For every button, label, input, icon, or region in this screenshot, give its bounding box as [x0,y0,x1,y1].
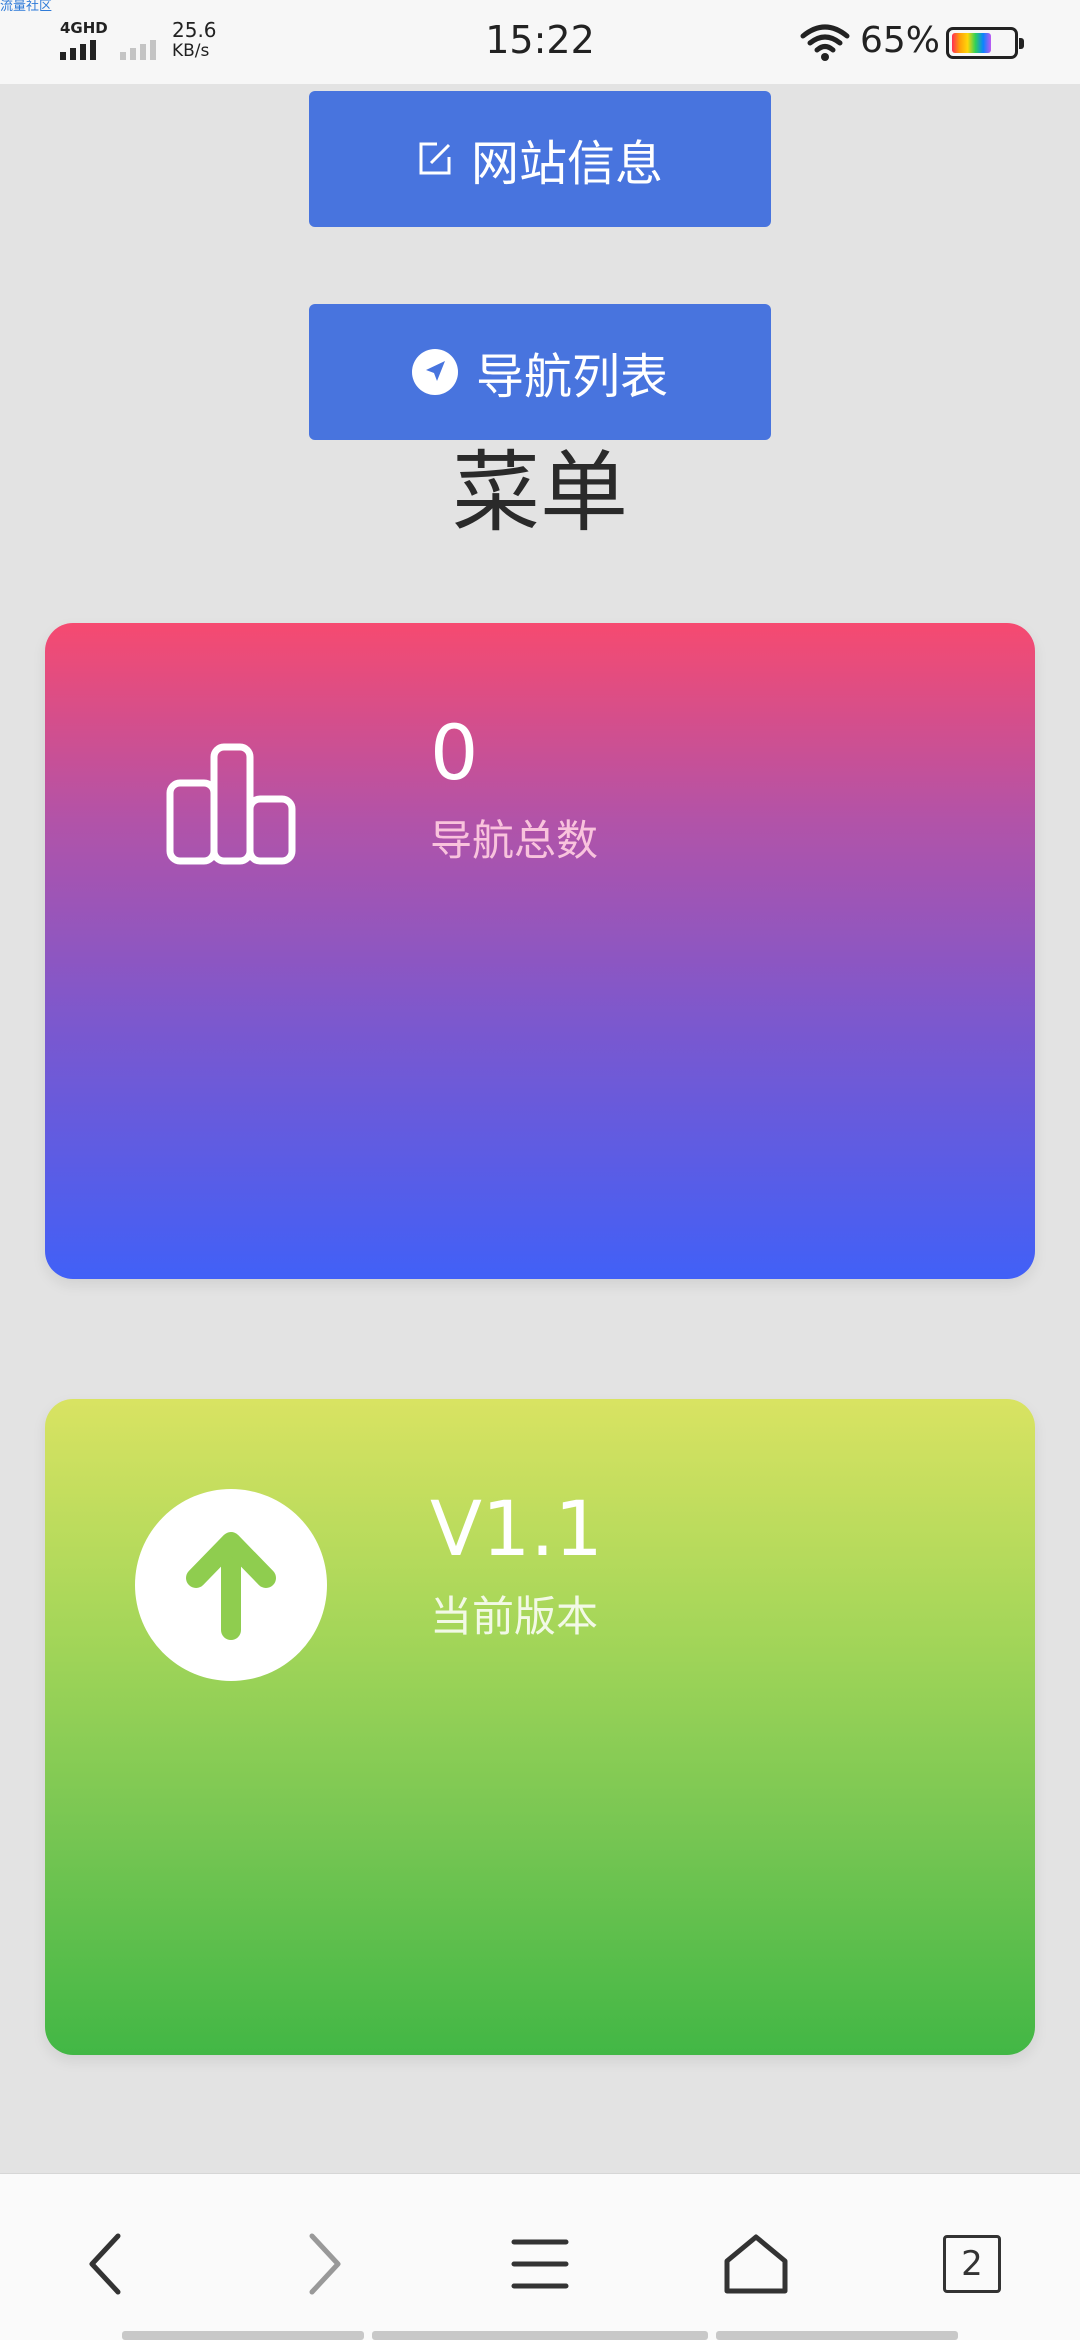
forward-icon[interactable] [284,2224,364,2304]
page-indicator [716,2331,958,2340]
nav-total-card[interactable]: 0 导航总数 [45,623,1035,1279]
watermark-label: 流量社区 [0,0,53,14]
battery-level [952,33,991,53]
home-icon[interactable] [716,2224,796,2304]
tabs-icon[interactable]: 2 [932,2224,1012,2304]
battery-percent: 65% [860,20,941,61]
status-bar: 流量社区 4GHD 25.6 KB/s 15:22 65% [0,0,1080,84]
tab-count: 2 [943,2235,1001,2293]
back-icon[interactable] [66,2224,146,2304]
site-info-label: 网站信息 [470,136,663,192]
page-title: 菜单 [451,441,628,544]
edit-icon [417,141,453,177]
page-indicator [372,2331,708,2340]
nav-list-label: 导航列表 [475,349,668,405]
battery-icon [946,27,1024,59]
version-label: 当前版本 [430,1592,599,1641]
menu-icon[interactable] [500,2224,580,2304]
browser-toolbar: 2 [0,2173,1080,2340]
version-value: V1.1 [430,1484,603,1573]
nav-total-label: 导航总数 [430,816,599,865]
wifi-icon [800,22,850,62]
arrow-up-icon [135,1489,327,1681]
nav-total-value: 0 [430,708,479,797]
page-indicator [122,2331,364,2340]
version-card[interactable]: V1.1 当前版本 [45,1399,1035,2055]
bar-chart-icon [166,743,296,869]
navigation-arrow-icon [411,349,458,395]
nav-list-button[interactable]: 导航列表 [309,304,771,440]
site-info-button[interactable]: 网站信息 [309,91,771,227]
